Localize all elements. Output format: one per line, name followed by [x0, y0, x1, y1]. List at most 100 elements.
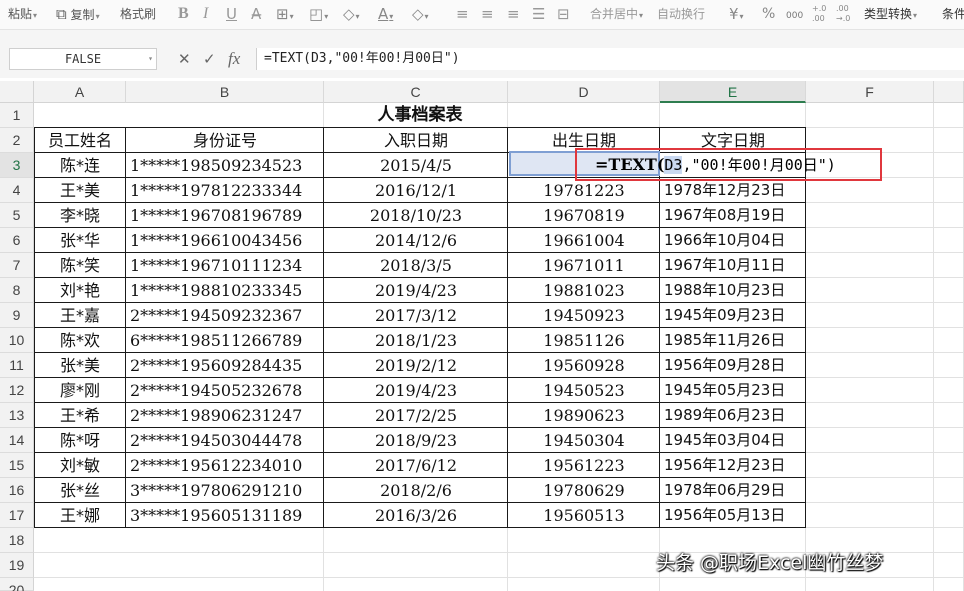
table-cell[interactable]: 张*丝 [34, 478, 126, 503]
paint-bucket-icon[interactable]: ◇▾ [343, 0, 360, 28]
underline-icon[interactable]: U [226, 0, 237, 28]
table-cell[interactable]: 2019/4/23 [324, 278, 508, 303]
table-cell[interactable]: 19851126 [508, 328, 660, 353]
eraser-icon[interactable]: ◇▾ [412, 0, 429, 28]
confirm-formula-icon[interactable]: ✓ [203, 48, 216, 70]
table-cell[interactable]: 1*****196610043456 [126, 228, 324, 253]
border-icon[interactable]: ⊞▾ [276, 0, 294, 28]
table-cell[interactable]: 19561223 [508, 453, 660, 478]
table-cell[interactable]: 1985年11月26日 [660, 328, 806, 353]
column-title-3[interactable]: 入职日期 [324, 128, 508, 153]
font-color-a-icon[interactable]: A̶ [251, 0, 261, 28]
table-cell[interactable]: 1*****198509234523 [126, 153, 324, 178]
table-cell[interactable]: 1956年12月23日 [660, 453, 806, 478]
table-cell[interactable]: 2018/3/5 [324, 253, 508, 278]
row-header-10[interactable]: 10 [0, 328, 34, 353]
in-cell-formula-editor[interactable]: =TEXT(D3,"00!年00!月00日") [509, 153, 879, 177]
row-header-13[interactable]: 13 [0, 403, 34, 428]
table-cell[interactable]: 2*****194509232367 [126, 303, 324, 328]
table-cell[interactable]: 张*华 [34, 228, 126, 253]
decimal-increase-button[interactable]: +.0 .00 [812, 0, 826, 28]
table-cell[interactable]: 19881023 [508, 278, 660, 303]
row-header-18[interactable]: 18 [0, 528, 34, 553]
chevron-down-icon[interactable]: ▾ [148, 49, 153, 69]
italic-icon[interactable]: I [203, 0, 208, 28]
table-cell[interactable]: 2*****194505232678 [126, 378, 324, 403]
table-cell[interactable]: 1978年12月23日 [660, 178, 806, 203]
row-header-8[interactable]: 8 [0, 278, 34, 303]
table-cell[interactable]: 19661004 [508, 228, 660, 253]
table-cell[interactable]: 2014/12/6 [324, 228, 508, 253]
font-color-icon[interactable]: A▾ [378, 0, 393, 28]
row-header-14[interactable]: 14 [0, 428, 34, 453]
column-title-5[interactable]: 文字日期 [660, 128, 806, 153]
format-painter-button[interactable]: 格式刷 [120, 0, 156, 28]
table-cell[interactable]: 1945年09月23日 [660, 303, 806, 328]
table-cell[interactable]: 陈*呀 [34, 428, 126, 453]
column-header-e[interactable]: E [660, 81, 806, 103]
row-header-4[interactable]: 4 [0, 178, 34, 203]
bold-icon[interactable]: B [178, 0, 189, 28]
table-cell[interactable]: 2018/9/23 [324, 428, 508, 453]
table-cell[interactable]: 张*美 [34, 353, 126, 378]
table-cell[interactable]: 李*晓 [34, 203, 126, 228]
row-header-3[interactable]: 3 [0, 153, 34, 178]
name-box[interactable]: FALSE ▾ [9, 48, 157, 70]
table-cell[interactable]: 2019/2/12 [324, 353, 508, 378]
table-cell[interactable]: 刘*艳 [34, 278, 126, 303]
table-cell[interactable]: 1967年10月11日 [660, 253, 806, 278]
column-header-c[interactable]: C [324, 81, 508, 103]
table-cell[interactable]: 2018/10/23 [324, 203, 508, 228]
chevron-down-icon[interactable]: ▾ [96, 12, 100, 21]
table-cell[interactable]: 2018/1/23 [324, 328, 508, 353]
justify-icon[interactable]: ☰ [532, 0, 545, 28]
table-cell[interactable]: 1945年05月23日 [660, 378, 806, 403]
fill-color-icon[interactable]: ◰▾ [309, 0, 328, 28]
column-title-1[interactable]: 员工姓名 [34, 128, 126, 153]
table-cell[interactable]: 1967年08月19日 [660, 203, 806, 228]
paste-button[interactable]: 粘贴▾ [8, 0, 37, 28]
table-cell[interactable]: 2017/6/12 [324, 453, 508, 478]
row-header-19[interactable]: 19 [0, 553, 34, 578]
currency-icon[interactable]: ¥▾ [729, 0, 744, 28]
table-cell[interactable]: 19450923 [508, 303, 660, 328]
row-header-16[interactable]: 16 [0, 478, 34, 503]
table-cell[interactable]: 陈*欢 [34, 328, 126, 353]
column-header-blank[interactable] [934, 81, 964, 103]
table-cell[interactable]: 19781223 [508, 178, 660, 203]
table-cell[interactable]: 19450304 [508, 428, 660, 453]
type-convert-button[interactable]: 类型转换▾ [864, 0, 917, 28]
table-cell[interactable]: 1945年03月04日 [660, 428, 806, 453]
table-cell[interactable]: 1956年09月28日 [660, 353, 806, 378]
row-header-12[interactable]: 12 [0, 378, 34, 403]
table-cell[interactable]: 19670819 [508, 203, 660, 228]
table-cell[interactable]: 2*****195612234010 [126, 453, 324, 478]
table-cell[interactable]: 19450523 [508, 378, 660, 403]
thousands-button[interactable]: 000 [786, 0, 803, 28]
table-cell[interactable]: 2016/3/26 [324, 503, 508, 528]
fx-icon[interactable]: fx [228, 48, 240, 70]
table-cell[interactable]: 19780629 [508, 478, 660, 503]
table-cell[interactable]: 3*****195605131189 [126, 503, 324, 528]
row-header-2[interactable]: 2 [0, 128, 34, 153]
table-cell[interactable]: 2*****198906231247 [126, 403, 324, 428]
select-all-corner[interactable] [0, 81, 34, 103]
table-cell[interactable]: 19560928 [508, 353, 660, 378]
indent-icon[interactable]: ⊟ [557, 0, 570, 28]
row-header-5[interactable]: 5 [0, 203, 34, 228]
table-cell[interactable]: 王*希 [34, 403, 126, 428]
row-header-20[interactable]: 20 [0, 578, 34, 591]
wrap-text-button[interactable]: 自动换行 [657, 0, 705, 28]
table-cell[interactable]: 1966年10月04日 [660, 228, 806, 253]
column-title-2[interactable]: 身份证号 [126, 128, 324, 153]
copy-button[interactable]: ⧉ 复制▾ [56, 0, 100, 28]
row-header-9[interactable]: 9 [0, 303, 34, 328]
table-cell[interactable]: 1988年10月23日 [660, 278, 806, 303]
table-cell[interactable]: 2*****195609284435 [126, 353, 324, 378]
table-cell[interactable]: 1*****197812233344 [126, 178, 324, 203]
table-cell[interactable]: 19560513 [508, 503, 660, 528]
table-cell[interactable]: 2016/12/1 [324, 178, 508, 203]
column-header-d[interactable]: D [508, 81, 660, 103]
table-cell[interactable]: 刘*敏 [34, 453, 126, 478]
row-header-7[interactable]: 7 [0, 253, 34, 278]
